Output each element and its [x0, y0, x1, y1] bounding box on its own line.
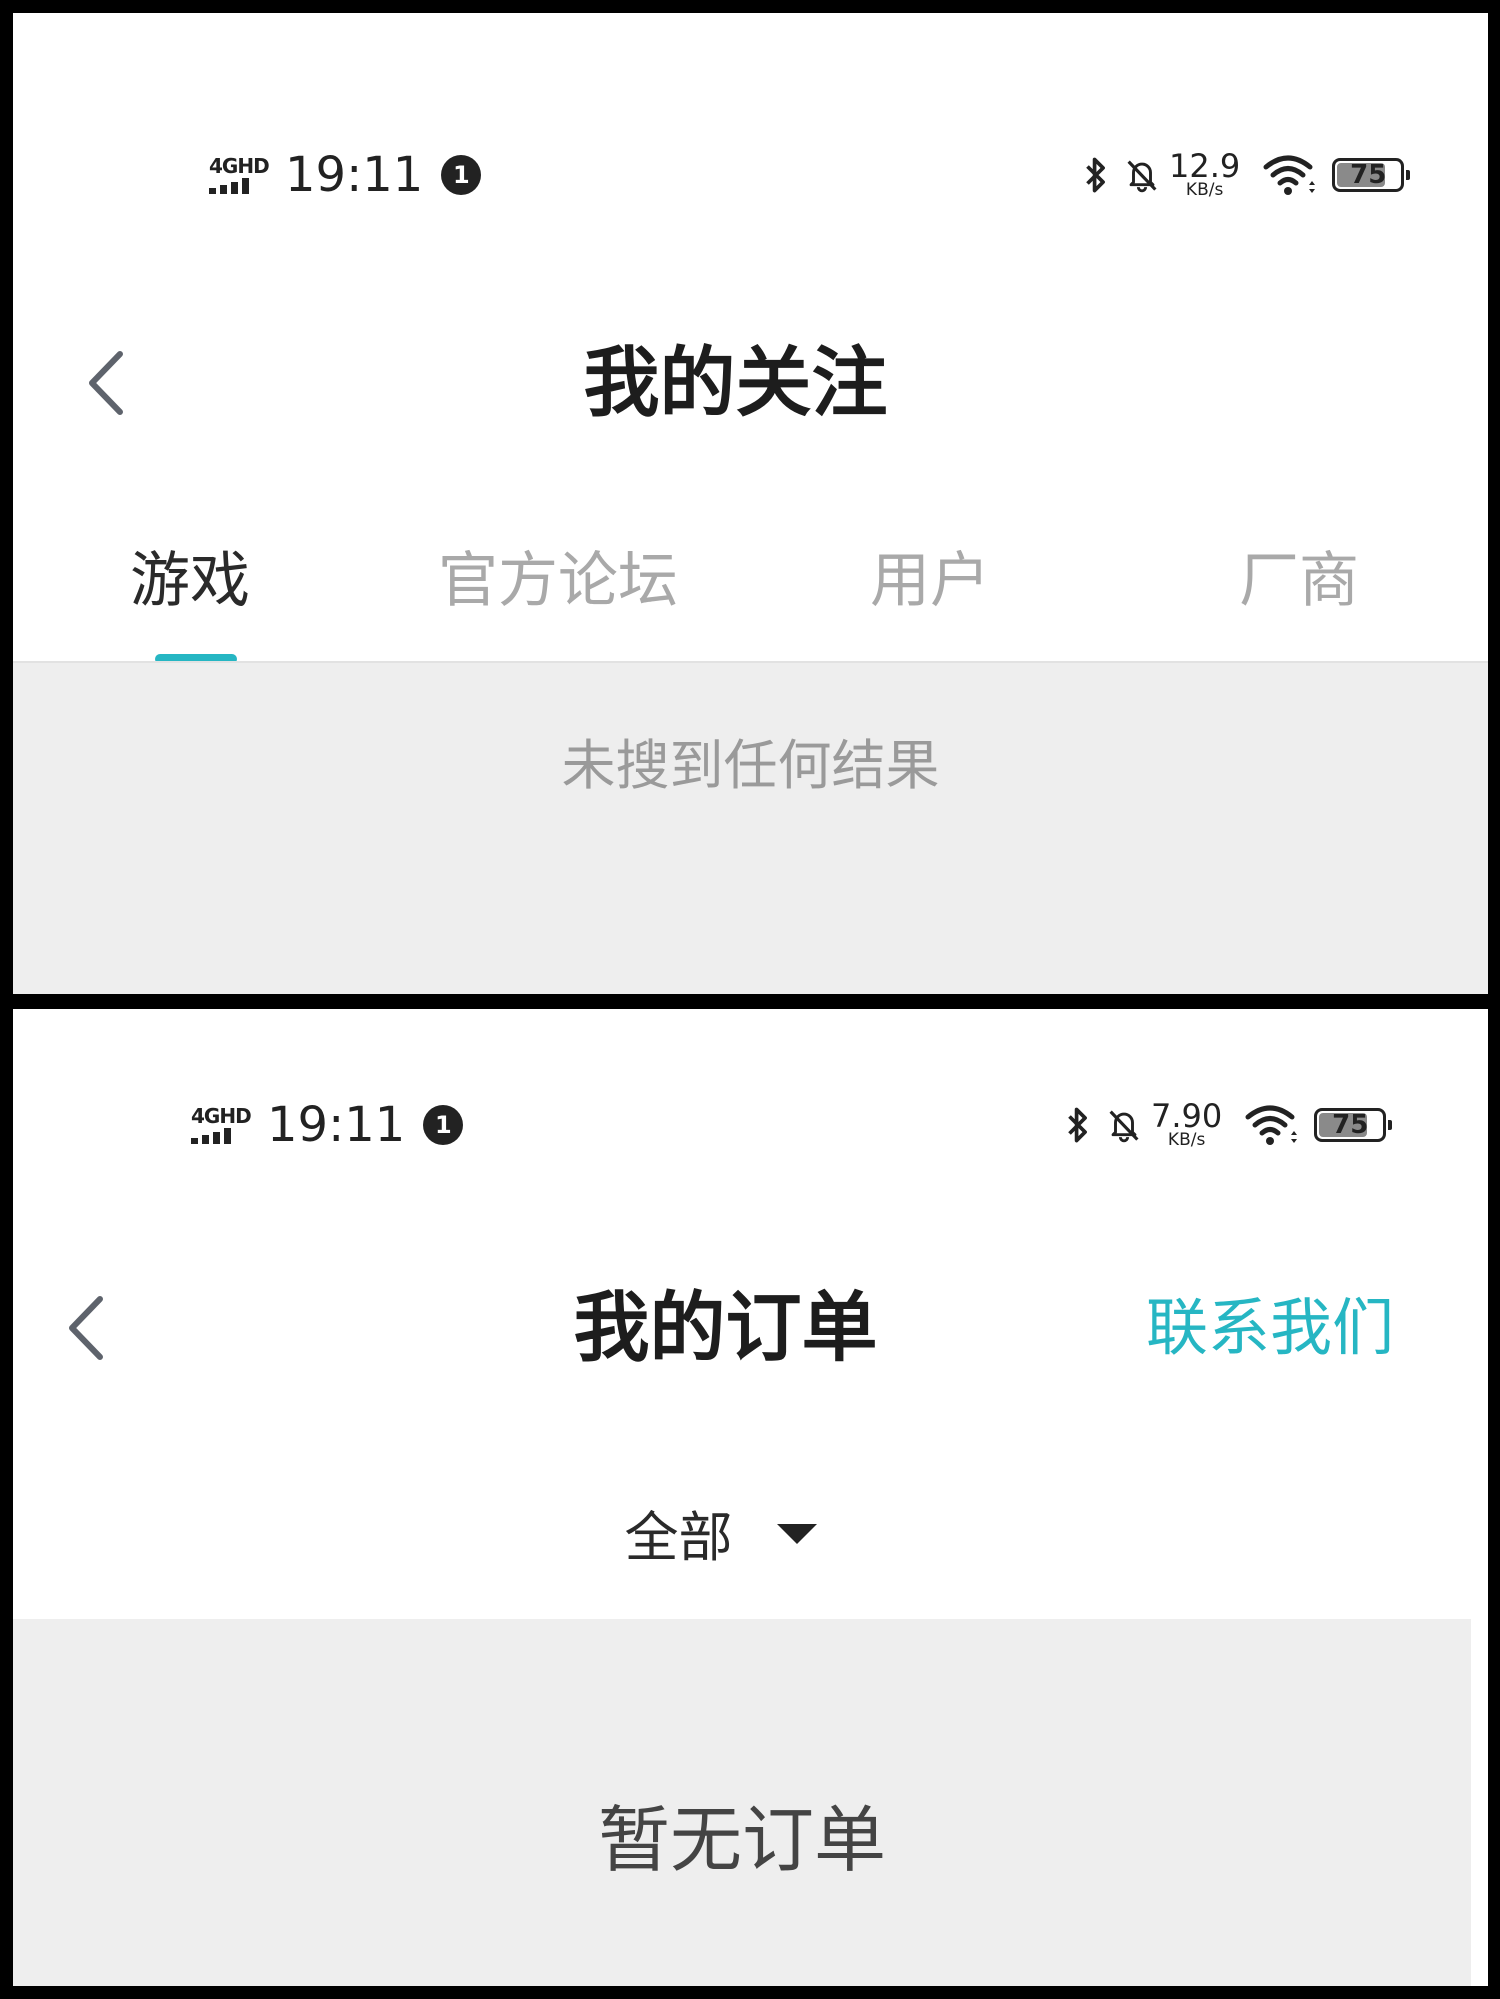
bell-off-icon — [1109, 1110, 1139, 1143]
caret-down-icon — [776, 1524, 817, 1544]
title-bar: 我的关注 — [13, 328, 1488, 438]
battery-icon: 75 — [1332, 158, 1411, 192]
orders-screen: 4GHD 19:11 1 7.90 KB/s 75 我的订单 联系我们 全部 暂… — [13, 1009, 1488, 1986]
tab-users[interactable]: 用户 — [870, 521, 990, 641]
status-time: 19:11 — [267, 1097, 406, 1153]
notification-count-badge: 1 — [423, 1105, 464, 1145]
network-speed: 12.9 KB/s — [1169, 147, 1241, 200]
cellular-signal-icon: 4GHD — [209, 156, 271, 194]
results-area: 未搜到任何结果 — [13, 661, 1488, 994]
tab-bar: 游戏 官方论坛 用户 厂商 — [13, 521, 1488, 671]
status-time: 19:11 — [285, 147, 424, 203]
cellular-signal-icon: 4GHD — [191, 1106, 253, 1144]
status-bar: 4GHD 19:11 1 12.9 KB/s 75 — [13, 150, 1488, 255]
network-speed: 7.90 KB/s — [1151, 1097, 1223, 1150]
empty-message: 暂无订单 — [597, 1798, 886, 1882]
wifi-icon — [1263, 155, 1316, 195]
contact-us-button[interactable]: 联系我们 — [1146, 1273, 1394, 1383]
title-bar: 我的订单 联系我们 — [13, 1273, 1488, 1383]
tab-vendors[interactable]: 厂商 — [1239, 521, 1359, 641]
filter-label: 全部 — [624, 1505, 733, 1569]
page-title: 我的关注 — [583, 338, 888, 427]
follow-screen: 4GHD 19:11 1 12.9 KB/s 75 我的关注 游戏 官方论坛 用… — [13, 13, 1488, 994]
orders-area: 暂无订单 — [13, 1619, 1471, 1986]
notification-count-badge: 1 — [441, 155, 482, 195]
status-filter-dropdown[interactable]: 全部 — [13, 1487, 1488, 1577]
bluetooth-icon — [1086, 157, 1105, 193]
network-type: 4GHD — [209, 154, 270, 178]
network-type: 4GHD — [191, 1104, 252, 1128]
wifi-icon — [1245, 1105, 1298, 1145]
battery-icon: 75 — [1314, 1108, 1393, 1142]
tab-games[interactable]: 游戏 — [130, 521, 250, 641]
status-bar: 4GHD 19:11 1 7.90 KB/s 75 — [13, 1100, 1488, 1205]
empty-message: 未搜到任何结果 — [561, 734, 940, 797]
bell-off-icon — [1127, 160, 1157, 193]
tab-official-forum[interactable]: 官方论坛 — [438, 521, 678, 641]
bluetooth-icon — [1068, 1107, 1087, 1143]
